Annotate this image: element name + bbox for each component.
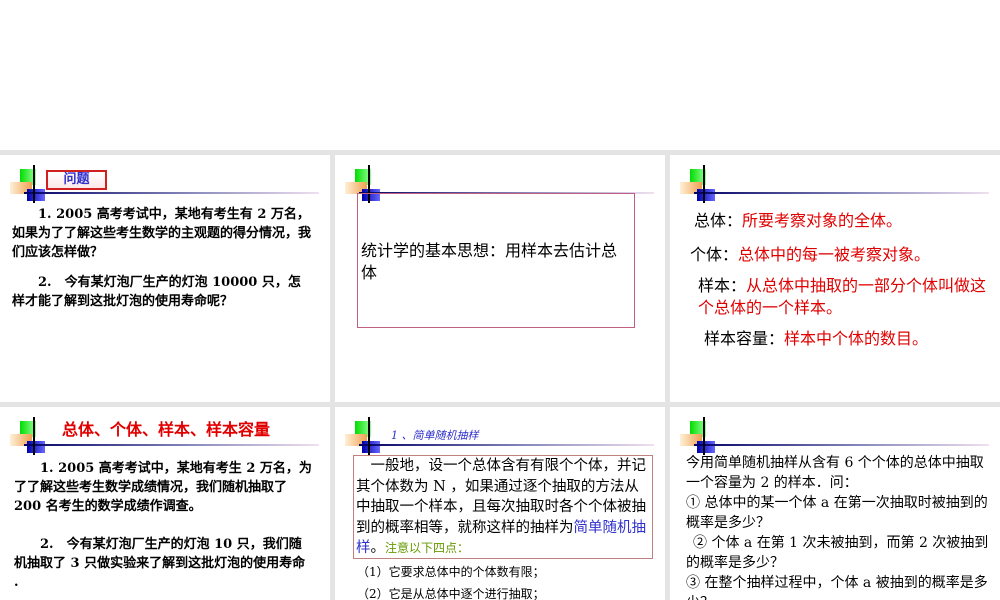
definition: 所要考察对象的全体。: [742, 211, 903, 230]
definition: 总体中的每一被考察对象。: [738, 245, 931, 264]
slide-sorter: 问题 1. 2005 高考考试中，某地有考生有 2 万名，如果为了了解这些考生数…: [0, 150, 1000, 600]
definition-sample: 样本：从总体中抽取的一部分个体叫做这个总体的一个样本。: [698, 275, 998, 319]
example-1: 1. 2005 高考考试中，某地有考生 2 万名，为了了解这些考生数学成绩情况，…: [14, 461, 312, 514]
title-decoration-icon: [680, 417, 1000, 455]
question-2: 2. 今有某灯泡厂生产的灯泡 10000 只，怎样才能了解到这批灯泡的使用寿命呢…: [12, 275, 301, 309]
slide-5[interactable]: 1 、简单随机抽样 一般地，设一个总体含有有限个个体，并记其个体数为 N ，如果…: [335, 407, 665, 600]
period: 。: [370, 540, 386, 556]
label: 样本：: [698, 276, 747, 295]
slide-3[interactable]: 总体：所要考察对象的全体。 个体：总体中的每一被考察对象。 样本：从总体中抽取的…: [670, 155, 1000, 402]
question-2: ② 个体 a 在第 1 次未被抽到，而第 2 次被抽到的概率是多少？: [686, 535, 989, 571]
note: 注意以下四点：: [385, 541, 470, 555]
definition-population: 总体：所要考察对象的全体。: [694, 211, 902, 230]
title-decoration-icon: [680, 165, 1000, 203]
slide-1[interactable]: 问题 1. 2005 高考考试中，某地有考生有 2 万名，如果为了了解这些考生数…: [0, 155, 330, 402]
slide-title: 1 、简单随机抽样: [391, 429, 479, 442]
label: 样本容量：: [704, 329, 785, 348]
definition-box: 一般地，设一个总体含有有限个个体，并记其个体数为 N ，如果通过逐个抽取的方法从…: [353, 455, 653, 559]
slide-title: 总体、个体、样本、样本容量: [62, 420, 271, 439]
label: 个体：: [690, 245, 739, 264]
slide-4[interactable]: 总体、个体、样本、样本容量 1. 2005 高考考试中，某地有考生 2 万名，为…: [0, 407, 330, 600]
definition-sample-size: 样本容量：样本中个体的数目。: [704, 329, 928, 348]
label: 总体：: [694, 211, 743, 230]
slide-title: 问题: [46, 170, 107, 190]
question-3: ③ 在整个抽样过程中，个体 a 被抽到的概率是多少？: [686, 575, 988, 600]
definition: 样本中个体的数目。: [784, 329, 929, 348]
point-1: （1）它要求总体中的个体数有限；: [357, 565, 545, 579]
question-1: 1. 2005 高考考试中，某地有考生有 2 万名，如果为了了解这些考生数学的主…: [12, 207, 312, 260]
question-intro: 今用简单随机抽样从含有 6 个个体的总体中抽取一个容量为 2 的样本．问：: [686, 455, 984, 491]
example-2: 2. 今有某灯泡厂生产的灯泡 10 只，我们随机抽取了 3 只做实验来了解到这批…: [14, 537, 306, 590]
slide-6[interactable]: 今用简单随机抽样从含有 6 个个体的总体中抽取一个容量为 2 的样本．问： ① …: [670, 407, 1000, 600]
main-idea: 统计学的基本思想：用样本去估计总体: [361, 241, 618, 282]
question-1: ① 总体中的某一个体 a 在第一次抽取时被抽到的概率是多少？: [686, 495, 988, 531]
slide-2[interactable]: 统计学的基本思想：用样本去估计总体: [335, 155, 665, 402]
definition-individual: 个体：总体中的每一被考察对象。: [690, 245, 930, 264]
point-2: （2）它是从总体中逐个进行抽取；: [357, 587, 545, 600]
